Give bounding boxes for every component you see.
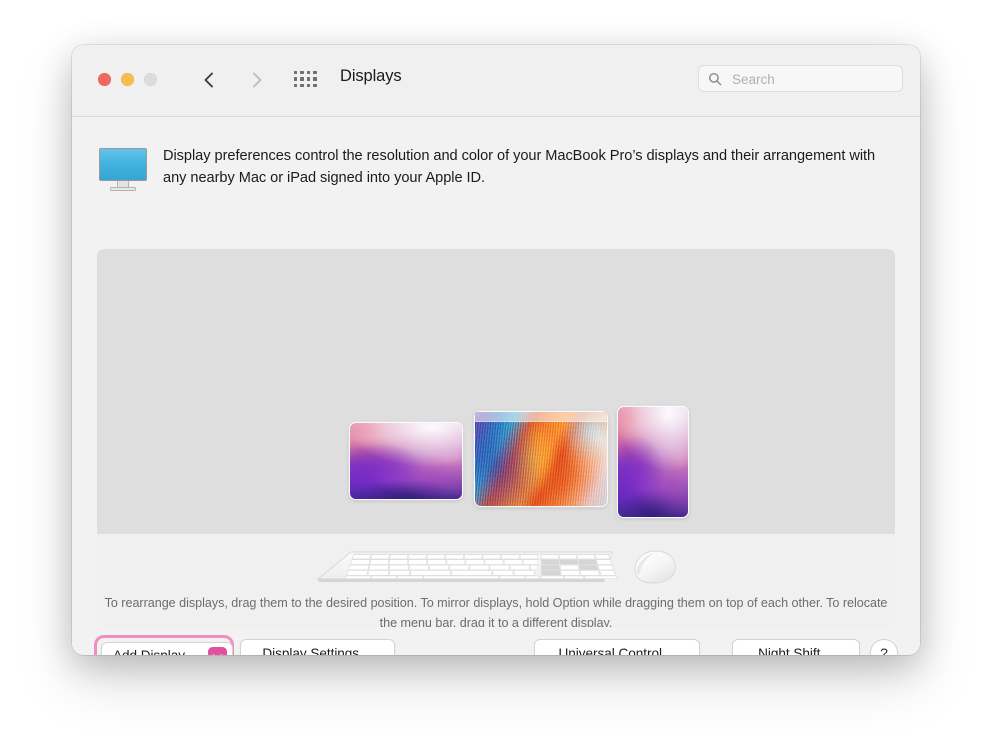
description-block: Display preferences control the resoluti… <box>97 145 897 192</box>
show-all-grid-icon[interactable] <box>294 71 318 90</box>
page-title: Displays <box>340 67 402 85</box>
bottom-button-bar: Add Display Display Settings… Universal … <box>72 633 920 655</box>
description-text: Display preferences control the resoluti… <box>163 148 876 187</box>
add-display-button[interactable]: Add Display <box>101 642 233 655</box>
universal-control-button[interactable]: Universal Control… <box>534 639 700 655</box>
magic-keyboard-illustration <box>316 551 618 582</box>
window-titlebar: Displays <box>72 45 920 117</box>
displays-preferences-window: Displays Display preferences control the… <box>72 45 920 655</box>
display-center-main[interactable] <box>475 412 607 506</box>
search-icon <box>708 72 722 86</box>
back-chevron-icon[interactable] <box>198 69 220 91</box>
display-left[interactable] <box>350 423 462 499</box>
close-button[interactable] <box>98 73 111 86</box>
display-right[interactable] <box>618 407 688 517</box>
add-display-label: Add Display <box>113 648 185 655</box>
display-settings-button[interactable]: Display Settings… <box>240 639 395 655</box>
search-field[interactable] <box>698 65 903 93</box>
help-button[interactable]: ? <box>870 639 898 655</box>
forward-chevron-icon <box>246 69 268 91</box>
chevron-down-icon[interactable] <box>208 647 227 655</box>
magic-mouse-illustration <box>634 550 676 584</box>
minimize-button[interactable] <box>121 73 134 86</box>
add-display-highlight-ring: Add Display <box>94 635 234 655</box>
input-devices-area: To rearrange displays, drag them to the … <box>97 534 895 627</box>
zoom-button <box>144 73 157 86</box>
display-arrangement-stage[interactable] <box>97 249 895 534</box>
arrangement-hint-text: To rearrange displays, drag them to the … <box>104 596 888 627</box>
menu-bar-strip[interactable] <box>475 412 607 422</box>
night-shift-button[interactable]: Night Shift… <box>732 639 860 655</box>
window-content: Display preferences control the resoluti… <box>72 117 920 655</box>
arrangement-panel: To rearrange displays, drag them to the … <box>97 249 895 627</box>
search-input[interactable] <box>730 66 899 93</box>
display-icon <box>97 148 149 192</box>
